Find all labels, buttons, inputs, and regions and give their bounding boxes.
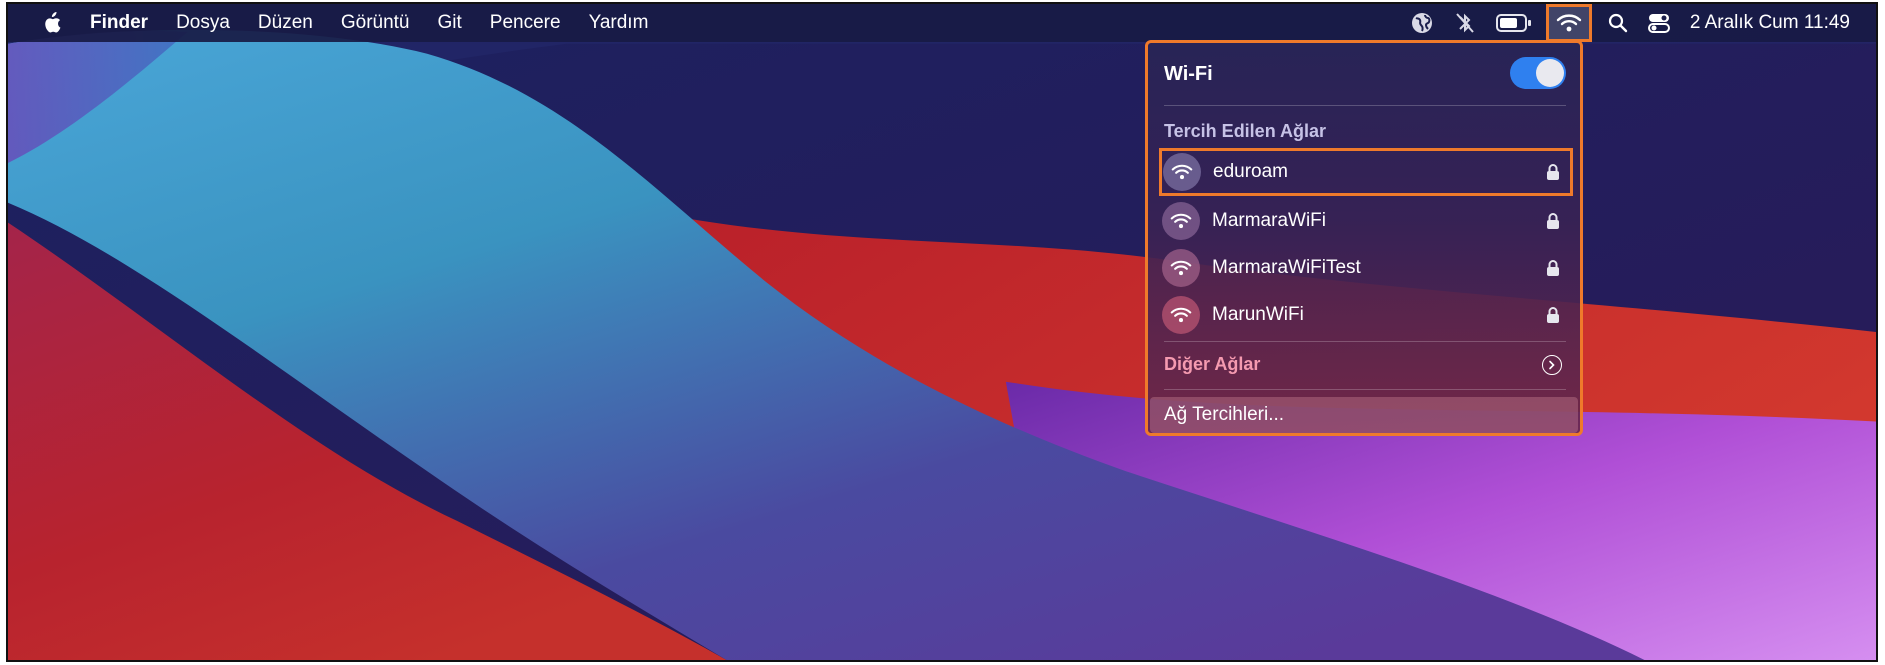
wifi-signal-icon [1162,249,1200,287]
wifi-signal-icon [1163,153,1201,191]
lock-icon [1546,163,1560,181]
lock-icon [1546,259,1560,277]
network-row-marunwifi[interactable]: MarunWiFi [1158,293,1570,337]
desktop-wallpaper [8,4,1876,660]
apple-icon[interactable] [42,12,62,34]
chevron-right-icon[interactable] [1542,355,1562,375]
bluetooth-off-icon[interactable] [1454,11,1476,35]
network-row-eduroam[interactable]: eduroam [1159,148,1573,196]
menu-help[interactable]: Yardım [589,12,649,34]
other-networks-label[interactable]: Diğer Ağlar [1164,354,1260,375]
network-row-marmarawifi[interactable]: MarmaraWiFi [1158,199,1570,243]
menu-go[interactable]: Git [438,12,462,34]
status-area: 2 Aralık Cum 11:49 [1410,4,1876,42]
preferred-networks-label: Tercih Edilen Ağlar [1164,121,1327,141]
globe-icon[interactable] [1410,11,1434,35]
menu-file[interactable]: Dosya [176,12,230,34]
toggle-knob [1536,59,1564,87]
network-row-marmarawifitest[interactable]: MarmaraWiFiTest [1158,246,1570,290]
menu-edit[interactable]: Düzen [258,12,313,34]
wifi-signal-icon [1162,296,1200,334]
menu-finder[interactable]: Finder [90,12,148,34]
network-preferences-label: Ağ Tercihleri... [1164,404,1285,425]
lock-icon [1546,306,1560,324]
network-name: eduroam [1213,161,1288,182]
battery-icon[interactable] [1495,13,1532,33]
search-icon[interactable] [1608,13,1628,33]
lock-icon [1546,212,1560,230]
screen-frame: Finder Dosya Düzen Görüntü Git Pencere Y… [6,2,1878,662]
menu-window[interactable]: Pencere [490,12,561,34]
wifi-status-icon[interactable] [1545,4,1592,42]
network-name: MarmaraWiFi [1212,210,1326,231]
wifi-signal-icon [1162,202,1200,240]
menu-bar-clock[interactable]: 2 Aralık Cum 11:49 [1690,12,1850,34]
wifi-dropdown: Wi-Fi Tercih Edilen Ağlar eduroam Marmar… [1145,40,1583,436]
menu-bar: Finder Dosya Düzen Görüntü Git Pencere Y… [8,4,1876,42]
wifi-title: Wi-Fi [1164,63,1213,85]
divider [1164,341,1566,342]
wifi-toggle[interactable] [1510,57,1566,89]
network-name: MarunWiFi [1212,304,1304,325]
control-center-icon[interactable] [1647,13,1670,33]
divider [1164,389,1566,390]
network-name: MarmaraWiFiTest [1212,257,1361,278]
divider [1164,105,1566,106]
menu-view[interactable]: Görüntü [341,12,410,34]
network-preferences-item[interactable]: Ağ Tercihleri... [1150,397,1578,433]
